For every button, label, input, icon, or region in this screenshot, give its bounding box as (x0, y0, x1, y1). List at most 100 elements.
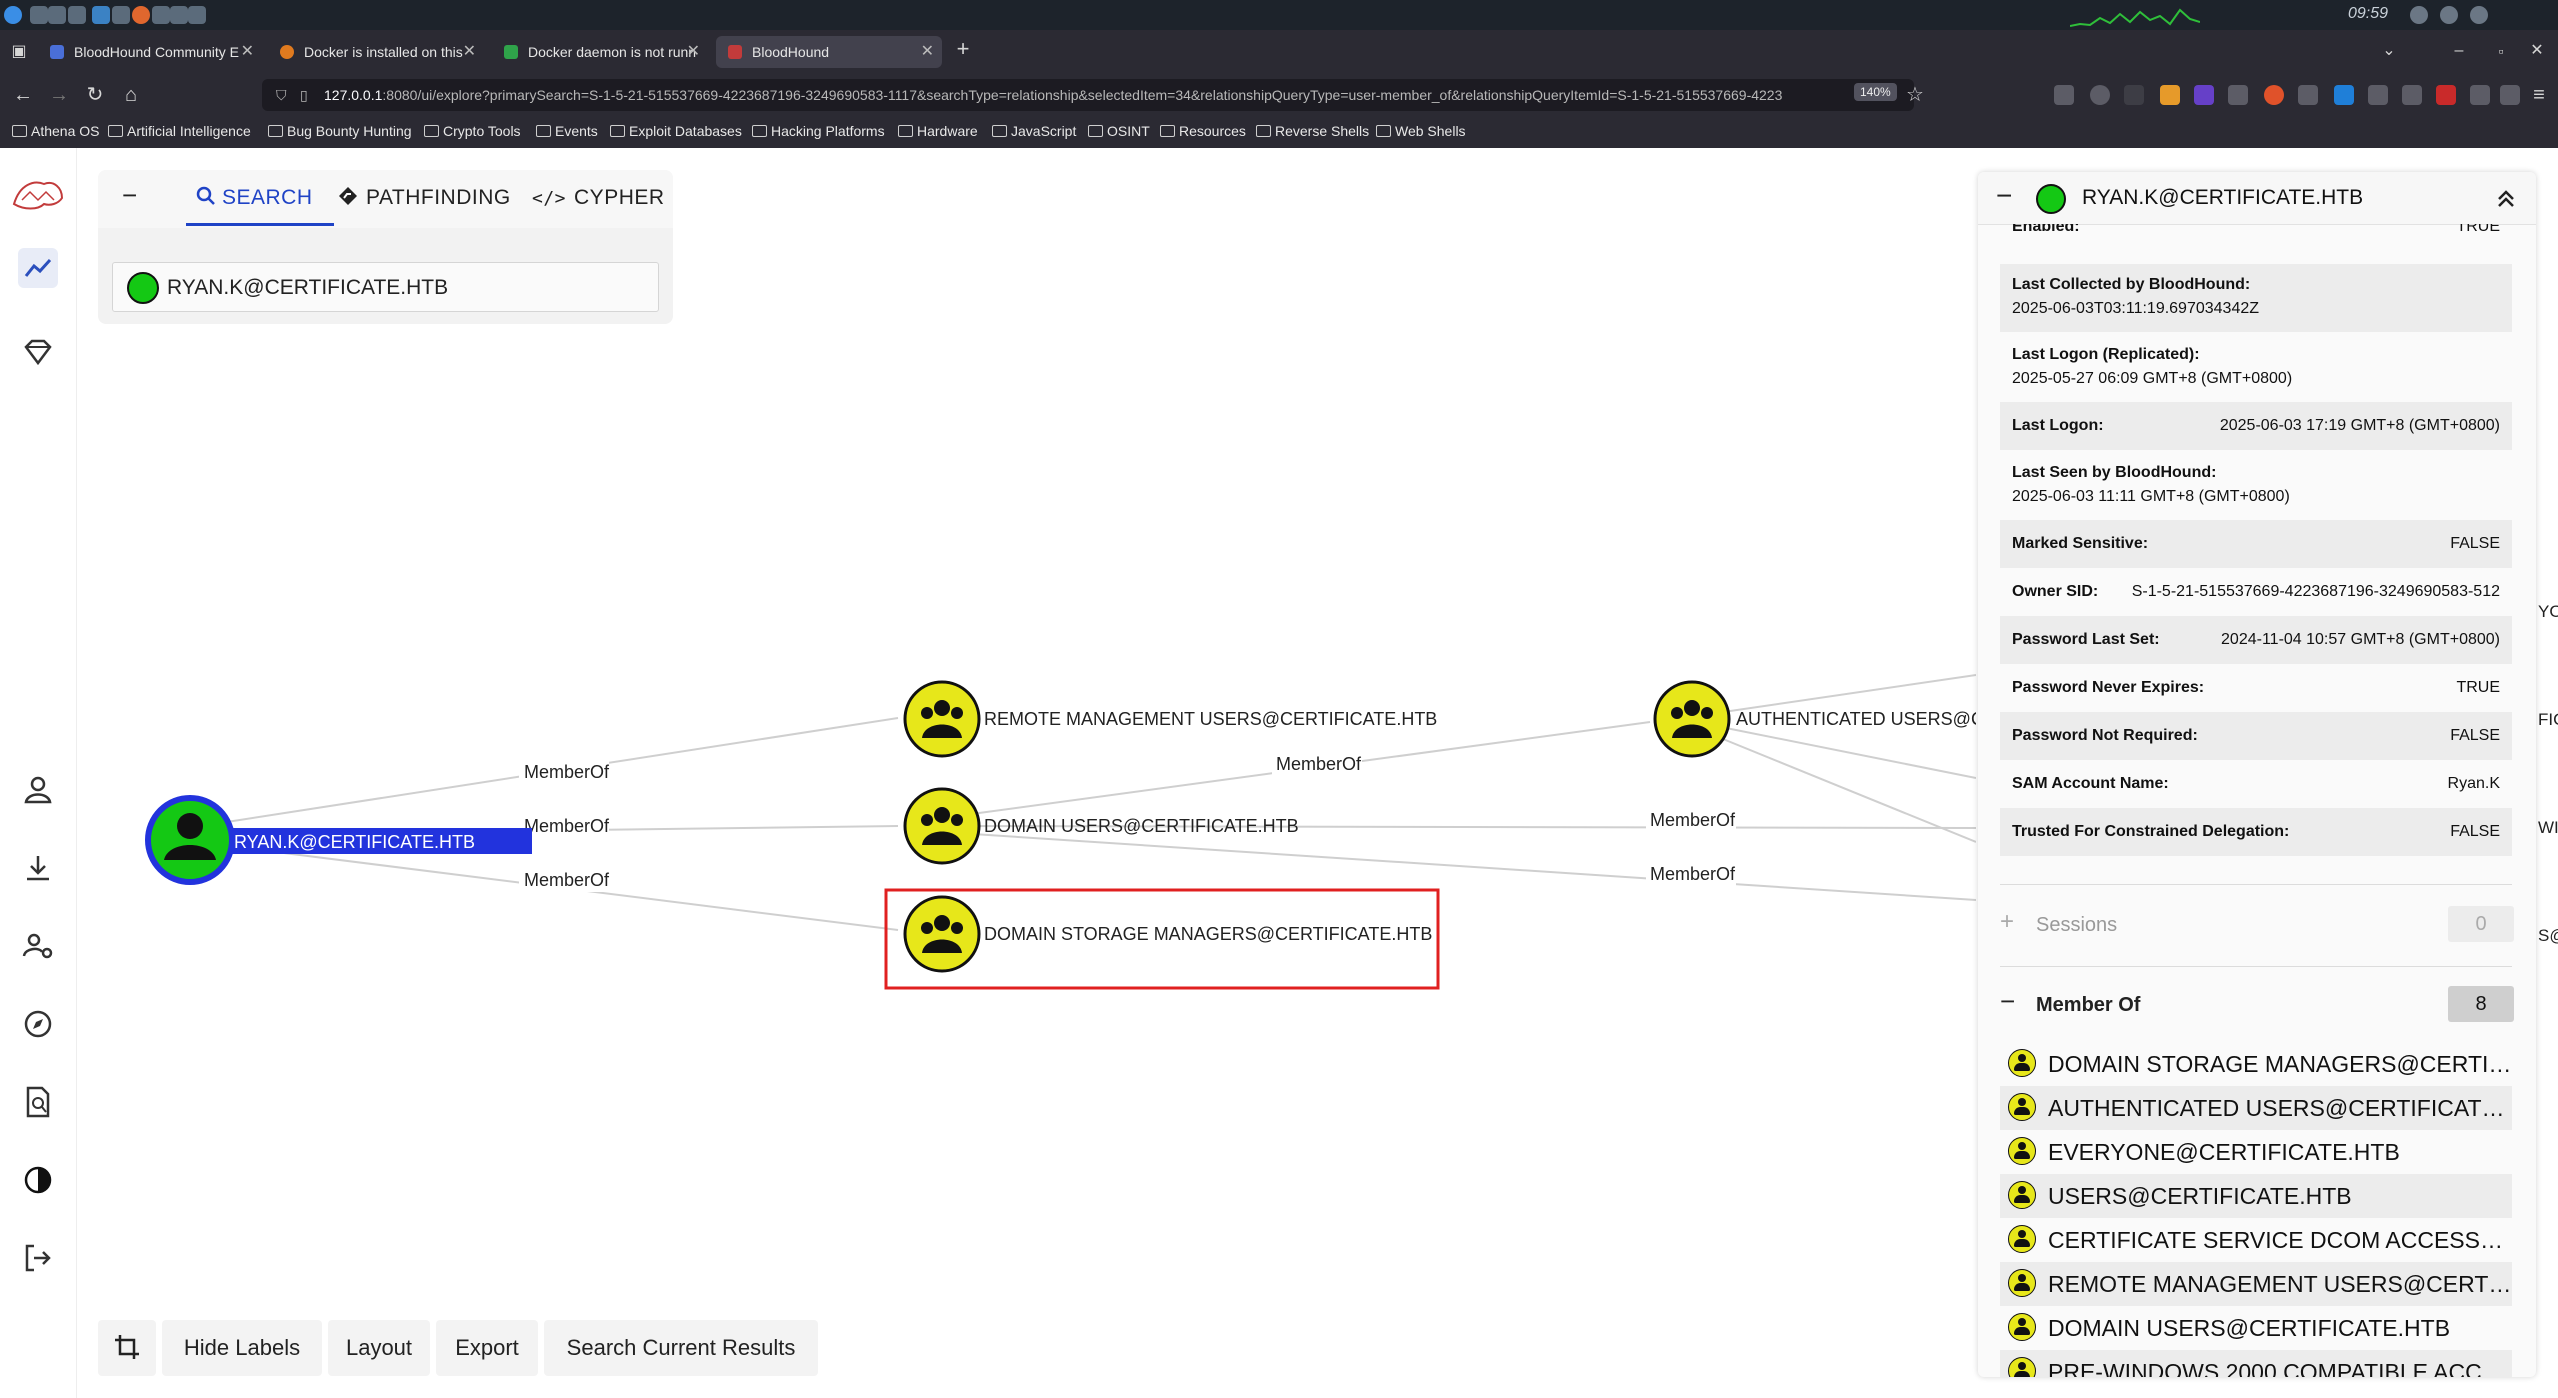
minimize-icon[interactable]: – (2446, 38, 2472, 64)
app-icon[interactable] (92, 6, 110, 24)
administration-user-gear-icon[interactable] (18, 926, 58, 966)
explore-nav-icon[interactable] (18, 248, 58, 288)
app-icon[interactable] (188, 6, 206, 24)
volume-icon[interactable] (2410, 6, 2428, 24)
extension-icon[interactable] (2264, 85, 2284, 105)
settings-icon[interactable] (2440, 6, 2458, 24)
bookmark-item[interactable]: Web Shells (1376, 123, 1466, 139)
api-explorer-doc-search-icon[interactable] (18, 1082, 58, 1122)
page-info-icon[interactable]: ▯ (300, 79, 308, 111)
search-input[interactable]: RYAN.K@CERTIFICATE.HTB (112, 262, 659, 312)
search-extension-icon[interactable] (2500, 85, 2520, 105)
hide-labels-button[interactable]: Hide Labels (162, 1320, 322, 1376)
edge-label-memberof[interactable]: MemberOf (1650, 864, 1736, 884)
list-item[interactable]: PRE-WINDOWS 2000 COMPATIBLE ACCESS@CERTI… (2000, 1350, 2512, 1377)
list-item[interactable]: CERTIFICATE SERVICE DCOM ACCESS@CERTIFIC… (2000, 1218, 2512, 1262)
extension-icon[interactable] (2334, 85, 2354, 105)
edge-label-memberof[interactable]: MemberOf (524, 762, 610, 782)
extension-icon[interactable] (2298, 85, 2318, 105)
bookmark-item[interactable]: Hacking Platforms (752, 123, 885, 139)
browser-tab[interactable]: Docker is installed on this ✕ (268, 36, 484, 68)
power-icon[interactable] (2470, 6, 2488, 24)
list-item[interactable]: EVERYONE@CERTIFICATE.HTB (2000, 1130, 2512, 1174)
collapse-toggle[interactable]: − (2000, 986, 2015, 1017)
extension-icon[interactable] (2124, 85, 2144, 105)
list-all-tabs-icon[interactable]: ⌄ (2376, 38, 2402, 64)
list-item[interactable]: REMOTE MANAGEMENT USERS@CERTIFICATE.HTB (2000, 1262, 2512, 1306)
os-menu-icon[interactable] (4, 6, 22, 24)
zoom-level[interactable]: 140% (1854, 83, 1897, 101)
browser-tab[interactable]: BloodHound Community E ✕ (38, 36, 262, 68)
edge-label-memberof[interactable]: MemberOf (524, 816, 610, 836)
url-bar[interactable]: ⛉ ▯ 127.0.0.1:8080/ui/explore?primarySea… (262, 79, 1914, 111)
list-item[interactable]: USERS@CERTIFICATE.HTB (2000, 1174, 2512, 1218)
close-tab-icon[interactable]: ✕ (921, 36, 934, 68)
expand-toggle[interactable]: + (2000, 908, 2014, 936)
extension-icon[interactable] (2228, 85, 2248, 105)
folder-icon[interactable] (170, 6, 188, 24)
reload-icon[interactable]: ↻ (82, 82, 108, 108)
download-collectors-icon[interactable] (18, 848, 58, 888)
sessions-section-header[interactable]: + Sessions 0 (1978, 902, 2536, 948)
bookmark-star-icon[interactable]: ☆ (1902, 82, 1928, 108)
edge-label-memberof[interactable]: MemberOf (524, 870, 610, 890)
close-tab-icon[interactable]: ✕ (463, 36, 476, 68)
restore-icon[interactable]: ▫ (2488, 38, 2514, 64)
collapse-panel-button[interactable]: − (1996, 180, 2012, 212)
compass-icon[interactable] (18, 1004, 58, 1044)
close-window-icon[interactable]: ✕ (2524, 38, 2550, 64)
extension-icon[interactable] (2436, 85, 2456, 105)
group-node-domain-storage-managers[interactable]: DOMAIN STORAGE MANAGERS@CERTIFICATE.HTB (903, 895, 1432, 973)
crop-button[interactable] (98, 1320, 156, 1376)
browser-tab-active[interactable]: BloodHound ✕ (716, 36, 942, 68)
firefox-icon[interactable] (132, 6, 150, 24)
bookmark-item[interactable]: Hardware (898, 123, 978, 139)
tab-pathfinding[interactable]: PATHFINDING (338, 186, 511, 210)
edge-label-memberof[interactable]: MemberOf (1650, 810, 1736, 830)
menu-icon[interactable]: ≡ (2526, 82, 2552, 108)
bookmark-item[interactable]: Crypto Tools (424, 123, 521, 139)
list-item[interactable]: DOMAIN USERS@CERTIFICATE.HTB (2000, 1306, 2512, 1350)
bookmark-item[interactable]: Resources (1160, 123, 1246, 139)
new-tab-button[interactable]: + (950, 36, 976, 62)
account-icon[interactable] (2090, 85, 2110, 105)
app-launcher-icon[interactable] (68, 6, 86, 24)
list-item[interactable]: AUTHENTICATED USERS@CERTIFICATE.HTB (2000, 1086, 2512, 1130)
bookmark-item[interactable]: Events (536, 123, 598, 139)
chevron-up-double-icon[interactable] (2496, 188, 2516, 208)
bookmark-item[interactable]: Exploit Databases (610, 123, 742, 139)
bookmark-item[interactable]: Athena OS (12, 123, 100, 139)
extension-icon[interactable] (2402, 85, 2422, 105)
pocket-icon[interactable] (2054, 85, 2074, 105)
dark-mode-contrast-icon[interactable] (18, 1160, 58, 1200)
export-button[interactable]: Export (436, 1320, 538, 1376)
bookmark-item[interactable]: Reverse Shells (1256, 123, 1369, 139)
close-tab-icon[interactable]: ✕ (687, 36, 700, 68)
collapse-search-button[interactable]: − (122, 180, 138, 211)
back-icon[interactable]: ← (10, 82, 36, 108)
extension-icon[interactable] (2160, 85, 2180, 105)
bookmark-item[interactable]: OSINT (1088, 123, 1150, 139)
extension-icon[interactable] (2194, 85, 2214, 105)
group-node-remote-management-users[interactable]: REMOTE MANAGEMENT USERS@CERTIFICATE.HTB (903, 680, 1437, 758)
bookmark-item[interactable]: Bug Bounty Hunting (268, 123, 412, 139)
bookmark-item[interactable]: JavaScript (992, 123, 1076, 139)
list-item[interactable]: DOMAIN STORAGE MANAGERS@CERTIFICATE.HTB (2000, 1042, 2512, 1086)
layout-button[interactable]: Layout (328, 1320, 430, 1376)
shield-icon[interactable]: ⛉ (276, 79, 287, 111)
browser-icon[interactable] (112, 6, 130, 24)
user-profile-icon[interactable] (18, 770, 58, 810)
files-icon[interactable] (48, 6, 66, 24)
tab-list-icon[interactable]: ▣ (6, 39, 32, 65)
member-of-section-header[interactable]: − Member Of 8 (1978, 982, 2536, 1028)
bloodhound-logo-icon[interactable] (10, 174, 66, 214)
terminal-icon[interactable] (30, 6, 48, 24)
browser-tab[interactable]: Docker daemon is not runn ✕ (492, 36, 708, 68)
attack-paths-gem-icon[interactable] (18, 332, 58, 372)
search-current-results-button[interactable]: Search Current Results (544, 1320, 818, 1376)
edge-label-memberof[interactable]: MemberOf (1276, 754, 1362, 774)
close-tab-icon[interactable]: ✕ (241, 36, 254, 68)
forward-icon[interactable]: → (46, 82, 72, 108)
extensions-puzzle-icon[interactable] (2470, 85, 2490, 105)
app-icon[interactable] (152, 6, 170, 24)
